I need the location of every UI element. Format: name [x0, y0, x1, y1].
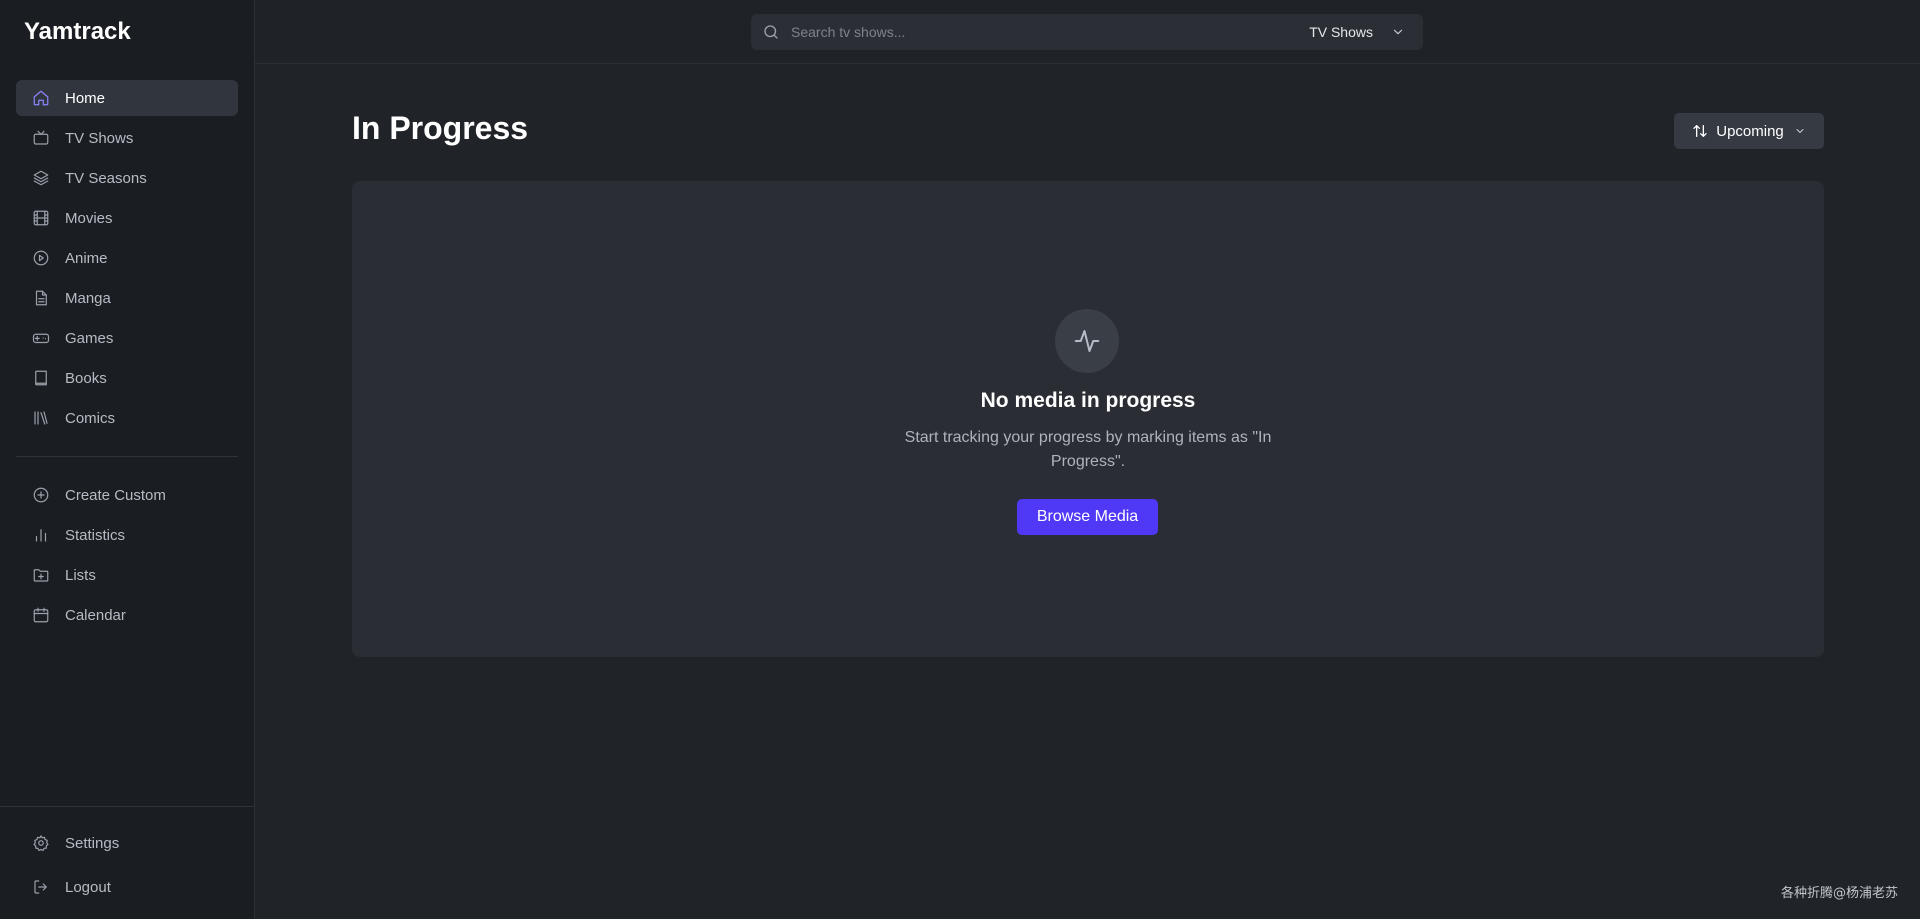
search-input[interactable]	[791, 24, 1310, 40]
sort-button[interactable]: Upcoming	[1674, 113, 1824, 149]
bar-chart-icon	[31, 525, 51, 545]
sidebar-item-settings[interactable]: Settings	[16, 823, 238, 863]
sidebar-item-calendar[interactable]: Calendar	[16, 597, 238, 633]
sidebar-item-manga[interactable]: Manga	[16, 280, 238, 316]
sidebar-item-books[interactable]: Books	[16, 360, 238, 396]
activity-icon	[1055, 309, 1119, 373]
search-bar: TV Shows	[751, 14, 1423, 50]
sidebar-item-label: Create Custom	[65, 486, 166, 504]
tv-icon	[31, 128, 51, 148]
logout-icon	[31, 877, 51, 897]
sidebar-item-label: Statistics	[65, 526, 126, 544]
home-icon	[31, 88, 51, 108]
library-icon	[31, 408, 51, 428]
gamepad-icon	[31, 328, 51, 348]
sidebar-item-label: Comics	[65, 409, 116, 427]
sidebar-item-label: Books	[65, 369, 107, 387]
sidebar-item-tv-shows[interactable]: TV Shows	[16, 120, 238, 156]
app-logo[interactable]: Yamtrack	[0, 0, 254, 64]
search-icon	[751, 23, 791, 41]
gear-icon	[31, 833, 51, 853]
sidebar-item-logout[interactable]: Logout	[16, 867, 238, 907]
sidebar-item-create-custom[interactable]: Create Custom	[16, 477, 238, 513]
sidebar-item-statistics[interactable]: Statistics	[16, 517, 238, 553]
sidebar-item-label: Settings	[65, 834, 120, 852]
plus-circle-icon	[31, 485, 51, 505]
empty-state-description: Start tracking your progress by marking …	[904, 429, 1272, 470]
sidebar-item-label: TV Seasons	[65, 169, 147, 187]
sidebar-item-tv-seasons[interactable]: TV Seasons	[16, 160, 238, 196]
sidebar-item-label: Lists	[65, 566, 96, 584]
folder-plus-icon	[31, 565, 51, 585]
media-type-label: TV Shows	[1309, 24, 1373, 40]
sort-label: Upcoming	[1716, 122, 1784, 140]
chevron-down-icon	[1796, 129, 1804, 133]
sidebar-item-home[interactable]: Home	[16, 80, 238, 116]
top-bar: TV Shows	[255, 0, 1920, 64]
sidebar-item-anime[interactable]: Anime	[16, 240, 238, 276]
sidebar: Yamtrack Home TV Shows TV Seasons Movies	[0, 0, 255, 919]
chevron-down-icon	[1393, 29, 1403, 35]
browse-media-button[interactable]: Browse Media	[1017, 499, 1158, 535]
sidebar-item-label: Manga	[65, 289, 111, 307]
sidebar-item-label: Home	[65, 89, 106, 107]
main-nav: Home TV Shows TV Seasons Movies Anime Ma…	[0, 64, 254, 436]
sidebar-item-comics[interactable]: Comics	[16, 400, 238, 436]
film-icon	[31, 208, 51, 228]
sidebar-divider	[16, 456, 238, 457]
book-icon	[31, 368, 51, 388]
sidebar-item-label: Calendar	[65, 606, 126, 624]
sidebar-item-label: Anime	[65, 249, 108, 267]
watermark: 各种折腾@杨浦老苏	[1780, 886, 1898, 901]
sidebar-item-label: Logout	[65, 878, 111, 896]
play-circle-icon	[31, 248, 51, 268]
sidebar-item-label: Movies	[65, 209, 113, 227]
layers-icon	[31, 168, 51, 188]
sidebar-item-movies[interactable]: Movies	[16, 200, 238, 236]
empty-state-title: No media in progress	[980, 389, 1196, 412]
sidebar-item-label: TV Shows	[65, 129, 134, 147]
tools-nav: Create Custom Statistics Lists Calendar	[0, 477, 254, 633]
sort-arrows-icon	[1693, 125, 1707, 137]
page-title: In Progress	[352, 110, 529, 146]
sidebar-item-label: Games	[65, 329, 114, 347]
media-type-select[interactable]: TV Shows	[1309, 24, 1423, 40]
document-icon	[31, 288, 51, 308]
sidebar-bottom: Settings Logout	[0, 806, 254, 919]
calendar-icon	[31, 605, 51, 625]
sidebar-item-games[interactable]: Games	[16, 320, 238, 356]
empty-state-panel: No media in progress Start tracking your…	[352, 181, 1824, 657]
sidebar-item-lists[interactable]: Lists	[16, 557, 238, 593]
